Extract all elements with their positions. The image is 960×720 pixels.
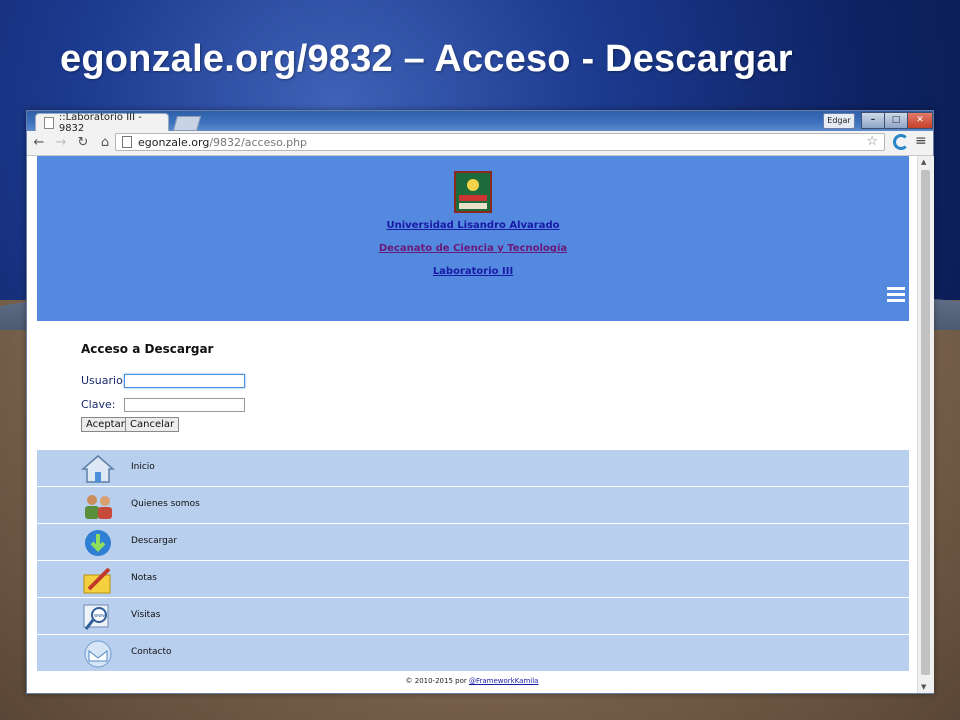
university-logo bbox=[454, 171, 492, 213]
download-icon bbox=[85, 530, 111, 556]
browser-toolbar: ← → ↻ ⌂ egonzale.org/9832/acceso.php ☆ ≡ bbox=[27, 131, 933, 156]
menu-item-label: Visitas bbox=[131, 610, 161, 620]
password-input[interactable] bbox=[124, 398, 245, 412]
reload-icon[interactable]: ↻ bbox=[73, 133, 93, 153]
scroll-thumb[interactable] bbox=[921, 170, 930, 675]
url-host: egonzale.org bbox=[138, 135, 210, 149]
menu-item-label: Descargar bbox=[131, 536, 178, 546]
browser-menu-icon[interactable]: ≡ bbox=[915, 133, 927, 149]
menu-item-label: Contacto bbox=[131, 647, 172, 657]
profile-button[interactable]: Edgar bbox=[823, 113, 855, 129]
notepad-icon bbox=[83, 567, 111, 594]
menu-item-label: Quienes somos bbox=[131, 499, 200, 509]
menu-item-contacto[interactable]: Contacto bbox=[37, 635, 909, 672]
address-bar[interactable]: egonzale.org/9832/acceso.php ☆ bbox=[115, 133, 885, 151]
accept-button[interactable]: Aceptar bbox=[81, 417, 130, 432]
menu-item-quienes-somos[interactable]: Quienes somos bbox=[37, 487, 909, 524]
hamburger-menu-icon[interactable] bbox=[887, 287, 905, 303]
password-label: Clave: bbox=[81, 398, 116, 411]
menu-item-label: Inicio bbox=[131, 462, 155, 472]
url-path: /9832/acceso.php bbox=[209, 135, 308, 149]
site-header: Universidad Lisandro Alvarado Decanato d… bbox=[37, 156, 909, 321]
maximize-button[interactable]: □ bbox=[884, 112, 908, 129]
home-button-icon[interactable]: ⌂ bbox=[95, 133, 115, 153]
footer-link[interactable]: @FrameworkKamila bbox=[469, 677, 539, 685]
cancel-button[interactable]: Cancelar bbox=[125, 417, 180, 432]
link-laboratorio[interactable]: Laboratorio III bbox=[37, 266, 909, 277]
page-footer: © 2010-2015 por @FrameworkKamila bbox=[27, 677, 917, 685]
username-input[interactable] bbox=[124, 374, 245, 388]
www-icon: www bbox=[83, 604, 109, 630]
login-form: Acceso a Descargar Usuario: Clave: Acept… bbox=[81, 342, 245, 432]
people-icon bbox=[85, 495, 112, 519]
form-title: Acceso a Descargar bbox=[81, 342, 214, 356]
menu-item-inicio[interactable]: Inicio bbox=[37, 450, 909, 487]
footer-text: © 2010-2015 por bbox=[405, 677, 469, 685]
home-icon bbox=[81, 455, 115, 483]
vertical-scrollbar[interactable]: ▲ ▼ bbox=[917, 156, 934, 693]
menu-item-visitas[interactable]: www Visitas bbox=[37, 598, 909, 635]
scroll-down-icon[interactable]: ▼ bbox=[921, 683, 926, 691]
forward-arrow-icon[interactable]: → bbox=[51, 133, 71, 153]
page-icon bbox=[44, 116, 54, 129]
link-decanato[interactable]: Decanato de Ciencia y Tecnología bbox=[37, 243, 909, 254]
slide-title: egonzale.org/9832 – Acceso - Descargar bbox=[60, 38, 793, 80]
menu-item-label: Notas bbox=[131, 573, 157, 583]
nav-menu: Inicio Quienes somos Descargar Notas www… bbox=[37, 450, 909, 672]
browser-titlebar: ::Laboratorio III - 9832 Edgar – □ ✕ bbox=[27, 111, 933, 134]
mail-icon bbox=[84, 640, 112, 668]
menu-item-descargar[interactable]: Descargar bbox=[37, 524, 909, 561]
extension-icon[interactable] bbox=[893, 134, 909, 150]
back-arrow-icon[interactable]: ← bbox=[29, 133, 49, 153]
page-viewport: Universidad Lisandro Alvarado Decanato d… bbox=[27, 156, 917, 693]
document-icon bbox=[122, 136, 132, 148]
scroll-up-icon[interactable]: ▲ bbox=[921, 158, 926, 166]
user-label: Usuario: bbox=[81, 374, 127, 387]
link-universidad[interactable]: Universidad Lisandro Alvarado bbox=[37, 220, 909, 231]
browser-window: ::Laboratorio III - 9832 Edgar – □ ✕ ← →… bbox=[26, 110, 934, 694]
menu-item-notas[interactable]: Notas bbox=[37, 561, 909, 598]
bookmark-star-icon[interactable]: ☆ bbox=[866, 134, 878, 149]
new-tab-button[interactable] bbox=[172, 116, 202, 131]
browser-tab[interactable]: ::Laboratorio III - 9832 bbox=[35, 112, 169, 134]
minimize-button[interactable]: – bbox=[861, 112, 885, 129]
close-button[interactable]: ✕ bbox=[907, 112, 933, 129]
svg-text:www: www bbox=[94, 613, 106, 619]
